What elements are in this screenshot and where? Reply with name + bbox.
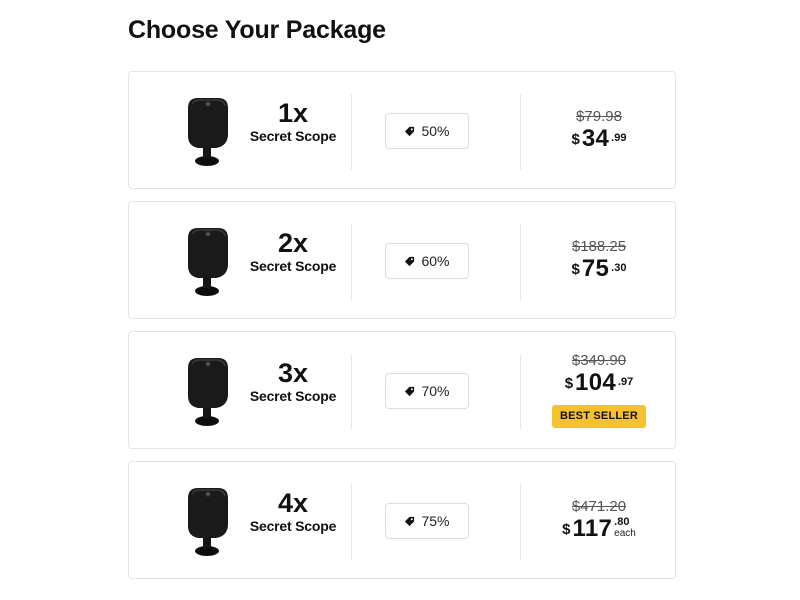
old-price: $79.98	[576, 108, 622, 125]
new-price: $117.80 each	[562, 516, 636, 545]
discount-value: 70%	[421, 383, 450, 399]
package-list: 1x Secret Scope 50% $79.98 $34.99 2x Sec…	[128, 71, 676, 591]
old-price: $188.25	[571, 238, 627, 255]
divider	[351, 224, 352, 300]
price-block: $471.20 $117.80 each	[521, 498, 677, 545]
price-cents-group: .80 each	[614, 516, 636, 540]
camera-image	[188, 98, 228, 166]
product-name: Secret Scope	[249, 128, 337, 144]
package-card-3x[interactable]: 3x Secret Scope 70% $349.90 $104.97 BEST…	[128, 331, 676, 449]
price-cents: .30	[611, 262, 627, 274]
new-price: $104.97	[565, 370, 634, 399]
camera-image	[188, 488, 228, 556]
quantity-block: 3x Secret Scope	[243, 358, 343, 404]
price-cents: .80	[614, 516, 630, 528]
discount-value: 75%	[421, 513, 450, 529]
tag-icon	[405, 386, 415, 396]
tag-icon	[405, 516, 415, 526]
quantity-block: 4x Secret Scope	[243, 488, 343, 534]
discount-badge: 50%	[385, 113, 469, 149]
quantity: 2x	[277, 228, 309, 258]
product-name: Secret Scope	[249, 518, 337, 534]
discount-badge: 75%	[385, 503, 469, 539]
price-dollars: 117	[572, 515, 613, 542]
discount-badge: 60%	[385, 243, 469, 279]
price-dollars: 75	[581, 255, 610, 282]
discount-badge: 70%	[385, 373, 469, 409]
price-dollars: 34	[581, 125, 610, 152]
package-card-1x[interactable]: 1x Secret Scope 50% $79.98 $34.99	[128, 71, 676, 189]
page-title: Choose Your Package	[128, 16, 386, 44]
tag-icon	[405, 256, 415, 266]
currency-symbol: $	[571, 131, 580, 148]
old-price: $471.20	[571, 498, 627, 515]
price-block: $349.90 $104.97 BEST SELLER	[521, 352, 677, 428]
quantity: 1x	[277, 98, 309, 128]
package-card-4x[interactable]: 4x Secret Scope 75% $471.20 $117.80 each	[128, 461, 676, 579]
product-name: Secret Scope	[249, 388, 337, 404]
currency-symbol: $	[571, 261, 580, 278]
price-block: $188.25 $75.30	[521, 238, 677, 285]
best-seller-badge: BEST SELLER	[552, 405, 646, 428]
price-cents: .99	[611, 132, 627, 144]
divider	[351, 354, 352, 430]
package-card-2x[interactable]: 2x Secret Scope 60% $188.25 $75.30	[128, 201, 676, 319]
quantity-block: 1x Secret Scope	[243, 98, 343, 144]
price-block: $79.98 $34.99	[521, 108, 677, 155]
price-cents: .97	[618, 376, 634, 388]
new-price: $75.30	[572, 256, 627, 285]
discount-value: 60%	[421, 253, 450, 269]
currency-symbol: $	[562, 521, 571, 538]
new-price: $34.99	[572, 126, 627, 155]
old-price: $349.90	[571, 352, 627, 369]
price-dollars: 104	[575, 369, 616, 396]
tag-icon	[405, 126, 415, 136]
price-per-unit: each	[614, 528, 636, 539]
camera-image	[188, 228, 228, 296]
currency-symbol: $	[564, 375, 574, 392]
quantity-block: 2x Secret Scope	[243, 228, 343, 274]
discount-value: 50%	[421, 123, 450, 139]
divider	[351, 94, 352, 170]
product-name: Secret Scope	[249, 258, 337, 274]
quantity: 4x	[277, 488, 309, 518]
camera-image	[188, 358, 228, 426]
quantity: 3x	[277, 358, 309, 388]
divider	[351, 484, 352, 560]
